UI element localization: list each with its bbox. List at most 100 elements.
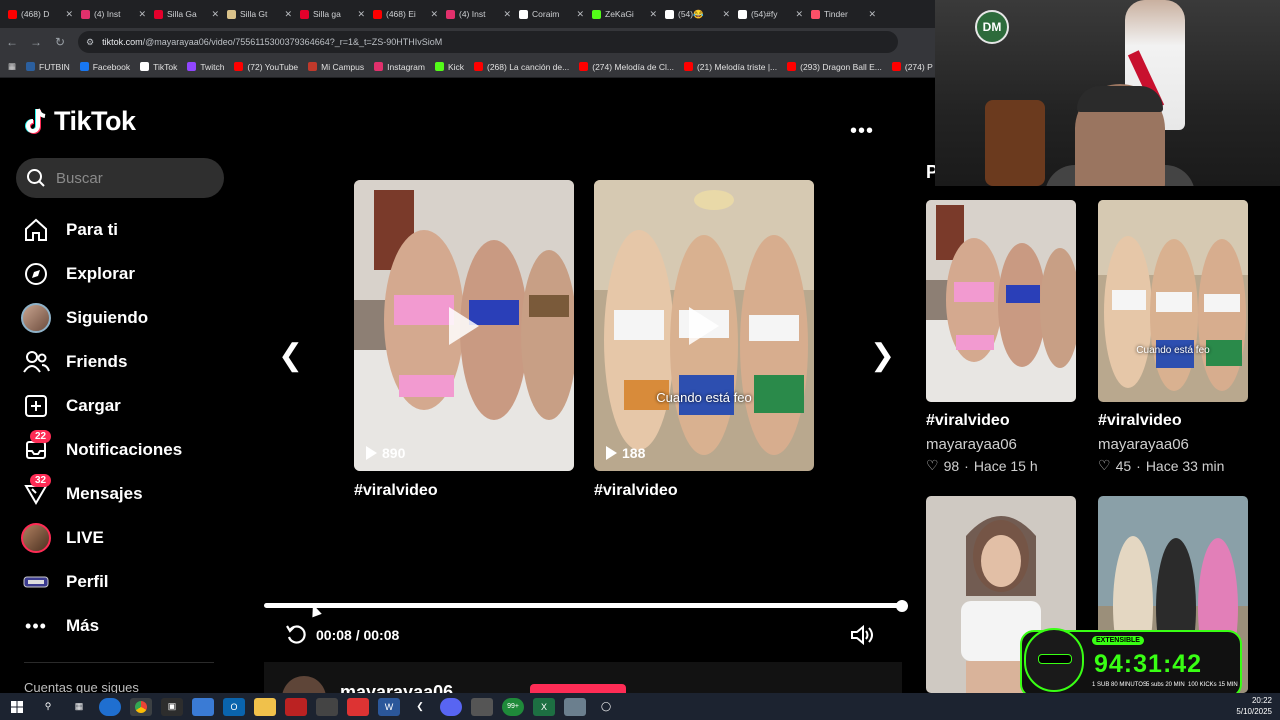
bookmark-item[interactable]: TikTok [140,62,177,72]
obs-icon[interactable]: ◯ [595,698,617,716]
close-icon[interactable]: ✕ [868,9,876,20]
related-video-card[interactable]: Cuando está feo [1098,200,1248,402]
play-icon[interactable] [449,306,479,345]
close-icon[interactable]: ✕ [211,9,219,20]
bookmark-item[interactable]: (274) P [891,62,933,72]
browser-tab[interactable]: (54)#fy ✕ [734,3,807,25]
play-icon[interactable] [689,306,719,345]
close-icon[interactable]: ✕ [503,9,511,20]
related-author[interactable]: mayarayaa06 [1098,436,1189,453]
edge-icon[interactable] [99,697,121,716]
sidebar-item-notificaciones[interactable]: 22 Notificaciones [20,428,230,472]
bookmark-item[interactable]: (274) Melodía de Cl... [579,62,674,72]
browser-tab[interactable]: ZeKaGi ✕ [588,3,661,25]
bookmark-item[interactable]: Instagram [374,62,425,72]
sidebar-item-mensajes[interactable]: 32 Mensajes [20,472,230,516]
bookmark-item[interactable]: Twitch [187,62,224,72]
browser-tab[interactable]: Tinder ✕ [807,3,880,25]
sidebar-item-live[interactable]: LIVE [20,516,230,560]
heart-icon: ♡ [926,457,939,473]
windows-start-icon[interactable] [6,698,28,716]
apps-icon[interactable]: ▦ [8,61,16,72]
taskbar-clock[interactable]: 20:22 5/10/2025 [1236,695,1272,717]
browser-tab[interactable]: (468) D ✕ [4,3,77,25]
search-box[interactable] [16,158,224,198]
store-icon[interactable]: ▣ [161,697,183,716]
tiktok-logo[interactable]: TikTok [24,106,136,137]
sidebar-item-cargar[interactable]: Cargar [20,384,230,428]
related-video-card[interactable] [926,200,1076,402]
video-card[interactable]: 890 [354,180,574,471]
browser-tab[interactable]: (54)😂 ✕ [661,3,734,25]
chevron-left-icon[interactable]: ❮ [278,338,303,373]
word-icon[interactable]: W [378,697,400,716]
file-explorer-icon[interactable] [254,697,276,716]
sidebar-item-para-ti[interactable]: Para ti [20,208,230,252]
replay-icon[interactable] [284,622,308,646]
browser-tab[interactable]: (468) Ei ✕ [369,3,442,25]
related-caption[interactable]: #viralvideo [926,412,1010,430]
search-input[interactable] [56,169,206,187]
bookmark-item[interactable]: Mi Campus [308,62,364,72]
browser-tab[interactable]: (4) Inst ✕ [77,3,150,25]
related-author[interactable]: mayarayaa06 [926,436,1017,453]
video-caption[interactable]: #viralvideo [354,482,438,500]
bookmark-item[interactable]: (21) Melodía triste |... [683,62,777,72]
whatsapp-icon[interactable]: 99+ [502,697,524,716]
sidebar-item-explorar[interactable]: Explorar [20,252,230,296]
bookmark-item[interactable]: (268) La canción de... [474,62,569,72]
close-icon[interactable]: ✕ [65,9,73,20]
author-name[interactable]: mayarayaa06 [340,682,453,693]
app-icon[interactable] [285,697,307,716]
excel-icon[interactable]: X [533,697,555,716]
close-icon[interactable]: ✕ [722,9,730,20]
chevron-right-icon[interactable]: ❯ [870,338,895,373]
browser-tab[interactable]: Silla Gt ✕ [223,3,296,25]
browser-tab[interactable]: Silla ga ✕ [296,3,369,25]
outlook-icon[interactable]: O [223,697,245,716]
bookmark-item[interactable]: (293) Dragon Ball E... [787,62,882,72]
reload-icon[interactable]: ↻ [48,35,72,49]
related-caption[interactable]: #viralvideo [1098,412,1182,430]
sidebar-item-siguiendo[interactable]: Siguiendo [20,296,230,340]
browser-tab[interactable]: (4) Inst ✕ [442,3,515,25]
forward-icon[interactable]: → [24,35,48,49]
close-icon[interactable]: ✕ [284,9,292,20]
app-icon[interactable]: ❮ [409,698,431,716]
sidebar-item-perfil[interactable]: Perfil [20,560,230,604]
close-icon[interactable]: ✕ [649,9,657,20]
search-icon[interactable]: ⚲ [37,698,59,716]
follow-button[interactable] [530,684,626,693]
chrome-icon[interactable] [130,697,152,716]
close-icon[interactable]: ✕ [576,9,584,20]
app-icon[interactable] [564,697,586,716]
author-avatar[interactable] [282,676,326,693]
sidebar-item-friends[interactable]: Friends [20,340,230,384]
video-progress-bar[interactable] [264,603,902,608]
url-field[interactable]: ⚙ tiktok.com/@mayarayaa06/video/75561153… [78,31,898,53]
discord-icon[interactable] [440,697,462,716]
back-icon[interactable]: ← [0,35,24,49]
app-icon[interactable] [316,697,338,716]
close-icon[interactable]: ✕ [430,9,438,20]
task-view-icon[interactable]: ▦ [68,698,90,716]
browser-tab[interactable]: Silla Ga ✕ [150,3,223,25]
copilot-icon[interactable] [192,697,214,716]
bookmark-item[interactable]: (72) YouTube [234,62,298,72]
video-caption[interactable]: #viralvideo [594,482,678,500]
browser-tab[interactable]: Coraim ✕ [515,3,588,25]
progress-handle[interactable] [896,600,908,612]
bookmark-item[interactable]: Kick [434,62,464,72]
close-icon[interactable]: ✕ [138,9,146,20]
site-info-icon[interactable]: ⚙ [86,37,94,48]
sidebar-item-mas[interactable]: ••• Más [20,604,230,648]
close-icon[interactable]: ✕ [357,9,365,20]
bookmark-item[interactable]: Facebook [79,62,130,72]
more-options-icon[interactable]: ••• [850,120,874,143]
video-card[interactable]: Cuando está feo 188 [594,180,814,471]
app-icon[interactable] [471,697,493,716]
close-icon[interactable]: ✕ [795,9,803,20]
app-icon[interactable] [347,697,369,716]
bookmark-item[interactable]: FUTBIN [26,62,70,72]
volume-icon[interactable] [850,624,874,646]
